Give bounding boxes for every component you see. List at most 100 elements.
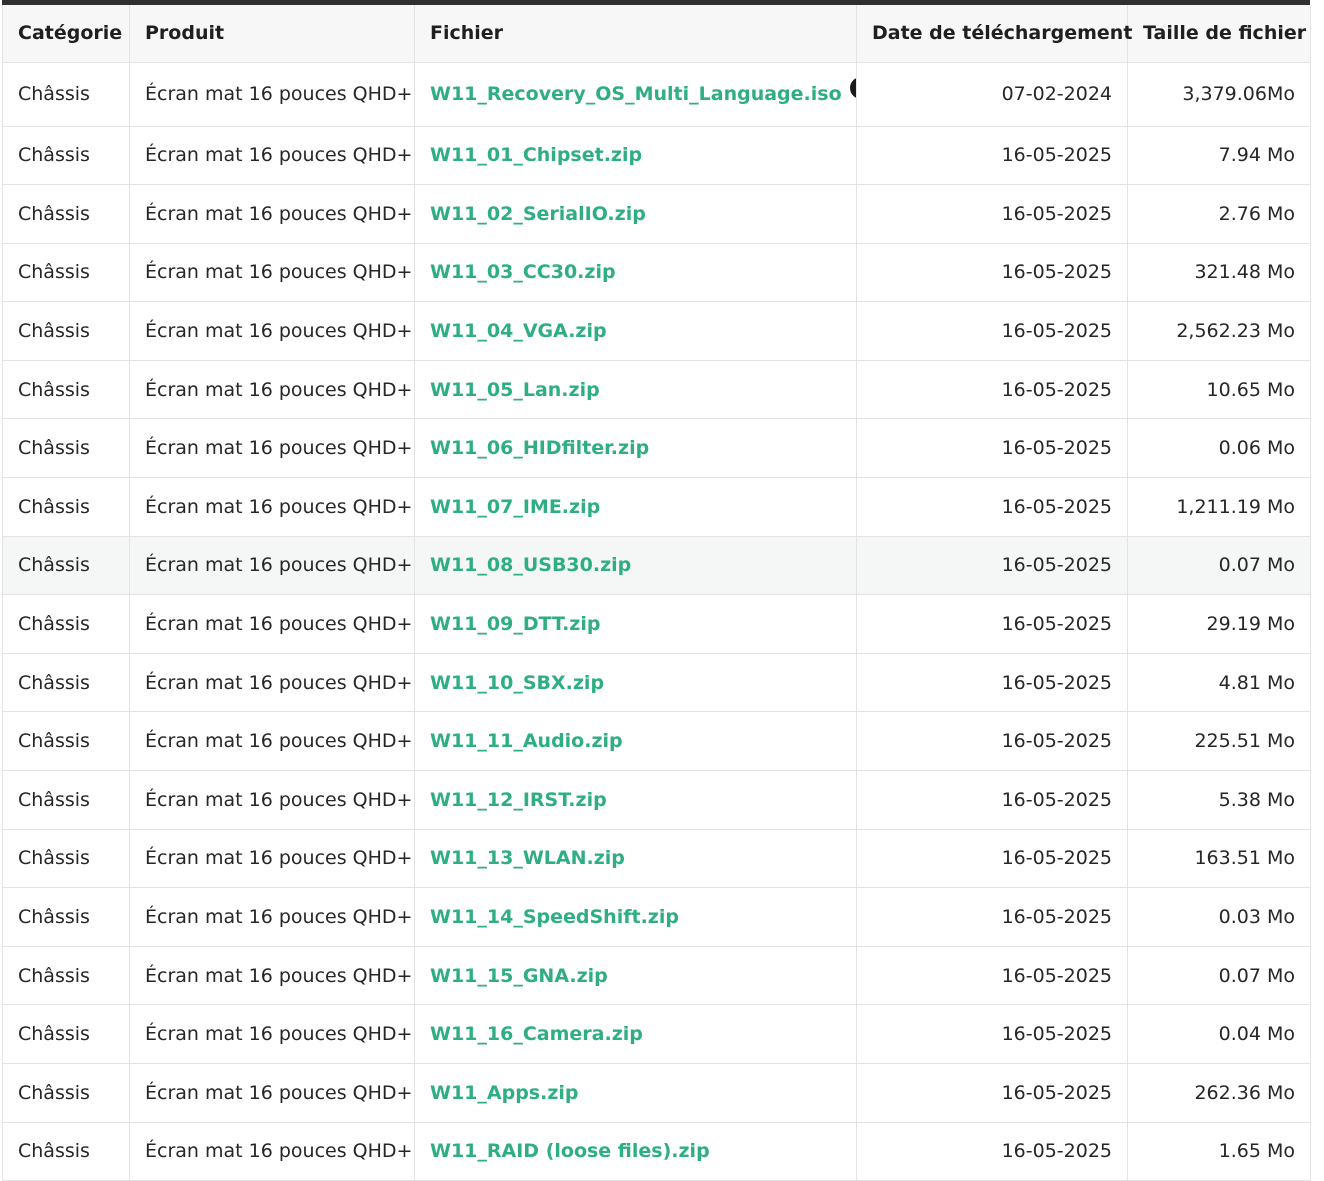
table-row: Châssis Écran mat 16 pouces QHD+ W11_Apps.… bbox=[2, 1063, 1311, 1123]
table-row: Châssis Écran mat 16 pouces QHD+ W11_07_IM… bbox=[2, 477, 1311, 537]
file-download-link[interactable]: W11_15_GNA.zip bbox=[430, 965, 608, 987]
file-download-link[interactable]: W11_16_Camera.zip bbox=[430, 1023, 643, 1045]
cell-file: W11_Recovery_OS_Multi_Language.iso? bbox=[414, 62, 857, 127]
cell-size: 2.76 Mo bbox=[1127, 184, 1311, 244]
table-row: Châssis Écran mat 16 pouces QHD+ W11_03_CC… bbox=[2, 243, 1311, 303]
cell-file: W11_Apps.zip bbox=[414, 1063, 857, 1123]
cell-product: Écran mat 16 pouces QHD+ bbox=[129, 360, 415, 420]
cell-product: Écran mat 16 pouces QHD+ bbox=[129, 477, 415, 537]
cell-category: Châssis bbox=[2, 243, 130, 303]
cell-file: W11_14_SpeedShift.zip bbox=[414, 887, 857, 947]
cell-product: Écran mat 16 pouces QHD+ bbox=[129, 418, 415, 479]
cell-size: 0.07 Mo bbox=[1127, 946, 1311, 1006]
table-row: Châssis Écran mat 16 pouces QHD+ W11_09_DT… bbox=[2, 594, 1311, 654]
cell-product: Écran mat 16 pouces QHD+ bbox=[129, 770, 415, 830]
cell-product: Écran mat 16 pouces QHD+ bbox=[129, 829, 415, 889]
cell-size: 321.48 Mo bbox=[1127, 243, 1311, 303]
column-header-size[interactable]: Taille de fichier bbox=[1127, 5, 1311, 63]
cell-product: Écran mat 16 pouces QHD+ bbox=[129, 1004, 415, 1064]
cell-file: W11_04_VGA.zip bbox=[414, 301, 857, 361]
table-row: Châssis Écran mat 16 pouces QHD+ W11_16_Ca… bbox=[2, 1004, 1311, 1064]
cell-category: Châssis bbox=[2, 126, 130, 186]
cell-size: 1,211.19 Mo bbox=[1127, 477, 1311, 537]
cell-date: 16-05-2025 bbox=[856, 829, 1128, 889]
cell-category: Châssis bbox=[2, 946, 130, 1006]
table-row: Châssis Écran mat 16 pouces QHD+ W11_04_VG… bbox=[2, 301, 1311, 361]
column-header-date[interactable]: Date de téléchargement bbox=[856, 5, 1132, 63]
cell-file: W11_09_DTT.zip bbox=[414, 594, 857, 654]
cell-size: 3,379.06Mo bbox=[1127, 62, 1311, 127]
cell-date: 16-05-2025 bbox=[856, 418, 1128, 479]
cell-date: 07-02-2024 bbox=[856, 62, 1128, 127]
cell-category: Châssis bbox=[2, 477, 130, 537]
file-download-link[interactable]: W11_Apps.zip bbox=[430, 1082, 579, 1104]
cell-date: 16-05-2025 bbox=[856, 360, 1128, 420]
table-row: Châssis Écran mat 16 pouces QHD+ W11_10_SB… bbox=[2, 653, 1311, 713]
file-download-link[interactable]: W11_05_Lan.zip bbox=[430, 379, 600, 401]
downloads-table: Catégorie Produit Fichier Date de téléch… bbox=[2, 5, 1311, 1181]
file-download-link[interactable]: W11_Recovery_OS_Multi_Language.iso bbox=[430, 83, 842, 105]
file-download-link[interactable]: W11_13_WLAN.zip bbox=[430, 847, 625, 869]
question-circle-icon[interactable]: ? bbox=[849, 77, 856, 99]
file-download-link[interactable]: W11_12_IRST.zip bbox=[430, 789, 607, 811]
cell-product: Écran mat 16 pouces QHD+ bbox=[129, 653, 415, 713]
cell-size: 10.65 Mo bbox=[1127, 360, 1311, 420]
cell-category: Châssis bbox=[2, 184, 130, 244]
cell-product: Écran mat 16 pouces QHD+ bbox=[129, 887, 415, 947]
cell-date: 16-05-2025 bbox=[856, 477, 1128, 537]
table-row: Châssis Écran mat 16 pouces QHD+ W11_05_La… bbox=[2, 360, 1311, 420]
table-row: Châssis Écran mat 16 pouces QHD+ W11_Recov… bbox=[2, 62, 1311, 127]
column-header-file[interactable]: Fichier bbox=[414, 5, 857, 63]
cell-category: Châssis bbox=[2, 653, 130, 713]
cell-file: W11_RAID (loose files).zip bbox=[414, 1122, 857, 1181]
cell-file: W11_11_Audio.zip bbox=[414, 711, 857, 772]
file-download-link[interactable]: W11_07_IME.zip bbox=[430, 496, 600, 518]
table-row: Châssis Écran mat 16 pouces QHD+ W11_12_IR… bbox=[2, 770, 1311, 830]
file-download-link[interactable]: W11_14_SpeedShift.zip bbox=[430, 906, 679, 928]
cell-category: Châssis bbox=[2, 1004, 130, 1064]
cell-product: Écran mat 16 pouces QHD+ bbox=[129, 301, 415, 361]
column-header-product[interactable]: Produit bbox=[129, 5, 415, 63]
file-download-link[interactable]: W11_03_CC30.zip bbox=[430, 261, 616, 283]
cell-size: 5.38 Mo bbox=[1127, 770, 1311, 830]
file-download-link[interactable]: W11_11_Audio.zip bbox=[430, 730, 623, 752]
cell-size: 262.36 Mo bbox=[1127, 1063, 1311, 1123]
cell-size: 7.94 Mo bbox=[1127, 126, 1311, 186]
cell-product: Écran mat 16 pouces QHD+ bbox=[129, 711, 415, 772]
table-row: Châssis Écran mat 16 pouces QHD+ W11_15_GN… bbox=[2, 946, 1311, 1006]
table-row: Châssis Écran mat 16 pouces QHD+ W11_13_WL… bbox=[2, 829, 1311, 889]
table-row: Châssis Écran mat 16 pouces QHD+ W11_01_Ch… bbox=[2, 126, 1311, 186]
cell-date: 16-05-2025 bbox=[856, 1004, 1128, 1064]
cell-file: W11_07_IME.zip bbox=[414, 477, 857, 537]
cell-size: 2,562.23 Mo bbox=[1127, 301, 1311, 361]
cell-file: W11_13_WLAN.zip bbox=[414, 829, 857, 889]
cell-size: 0.04 Mo bbox=[1127, 1004, 1311, 1064]
table-row: Châssis Écran mat 16 pouces QHD+ W11_14_Sp… bbox=[2, 887, 1311, 947]
file-download-link[interactable]: W11_09_DTT.zip bbox=[430, 613, 600, 635]
cell-date: 16-05-2025 bbox=[856, 126, 1128, 186]
column-header-category[interactable]: Catégorie bbox=[2, 5, 130, 63]
file-download-link[interactable]: W11_RAID (loose files).zip bbox=[430, 1140, 710, 1162]
cell-product: Écran mat 16 pouces QHD+ bbox=[129, 126, 415, 186]
cell-category: Châssis bbox=[2, 594, 130, 654]
cell-product: Écran mat 16 pouces QHD+ bbox=[129, 1063, 415, 1123]
file-download-link[interactable]: W11_02_SerialIO.zip bbox=[430, 203, 646, 225]
cell-category: Châssis bbox=[2, 1063, 130, 1123]
table-row: Châssis Écran mat 16 pouces QHD+ W11_RAID … bbox=[2, 1122, 1311, 1181]
file-download-link[interactable]: W11_08_USB30.zip bbox=[430, 554, 631, 576]
cell-date: 16-05-2025 bbox=[856, 887, 1128, 947]
table-row: Châssis Écran mat 16 pouces QHD+ W11_08_US… bbox=[2, 536, 1311, 596]
cell-date: 16-05-2025 bbox=[856, 243, 1128, 303]
file-download-link[interactable]: W11_01_Chipset.zip bbox=[430, 144, 642, 166]
table-header-row: Catégorie Produit Fichier Date de téléch… bbox=[2, 5, 1311, 63]
cell-size: 0.07 Mo bbox=[1127, 536, 1311, 596]
file-download-link[interactable]: W11_06_HIDfilter.zip bbox=[430, 437, 649, 459]
file-download-link[interactable]: W11_10_SBX.zip bbox=[430, 672, 604, 694]
table-row: Châssis Écran mat 16 pouces QHD+ W11_02_Se… bbox=[2, 184, 1311, 244]
cell-file: W11_01_Chipset.zip bbox=[414, 126, 857, 186]
cell-file: W11_05_Lan.zip bbox=[414, 360, 857, 420]
downloads-table-container: Catégorie Produit Fichier Date de téléch… bbox=[2, 0, 1311, 1181]
file-download-link[interactable]: W11_04_VGA.zip bbox=[430, 320, 607, 342]
cell-file: W11_15_GNA.zip bbox=[414, 946, 857, 1006]
cell-file: W11_02_SerialIO.zip bbox=[414, 184, 857, 244]
